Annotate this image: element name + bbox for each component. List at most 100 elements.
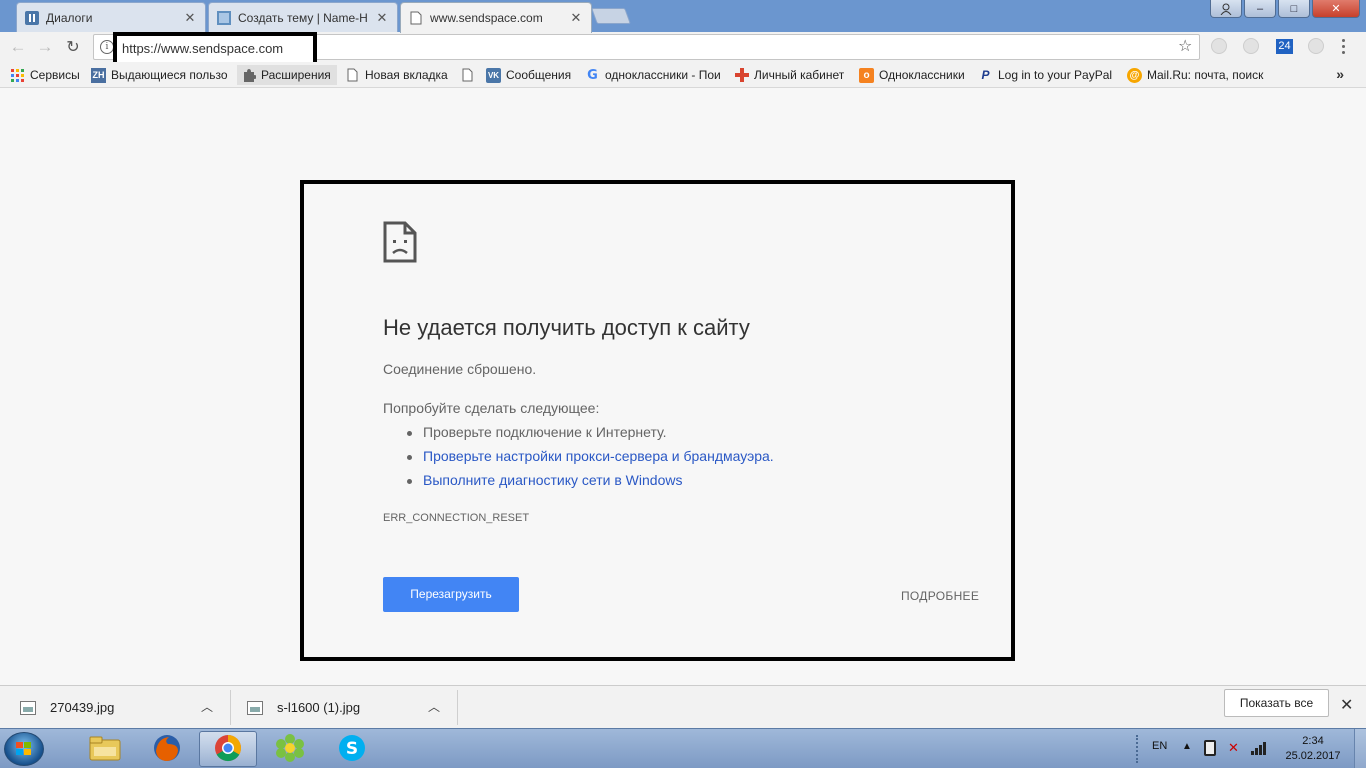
tab-create-topic[interactable]: Создать тему | Name-Ha ✕ — [208, 2, 398, 32]
bookmark-services[interactable]: Сервисы — [10, 67, 80, 83]
window-controls: – □ ✕ — [1210, 0, 1360, 18]
tab-title: Создать тему | Name-Ha — [238, 10, 368, 25]
close-window-button[interactable]: ✕ — [1312, 0, 1360, 18]
icq-icon — [275, 733, 305, 766]
bookmark-extensions[interactable]: Расширения — [237, 65, 337, 85]
sad-page-icon — [383, 221, 417, 266]
usb-device-icon[interactable] — [1204, 740, 1216, 756]
bookmark-label: Выдающиеся пользо — [111, 68, 228, 82]
bookmark-label: Личный кабинет — [754, 68, 845, 82]
close-icon[interactable]: ✕ — [1340, 695, 1353, 715]
tab-dialogs[interactable]: Диалоги ✕ — [16, 2, 206, 32]
clock-date: 25.02.2017 — [1285, 750, 1341, 762]
error-subtitle: Соединение сброшено. — [383, 361, 537, 377]
puzzle-icon — [241, 68, 256, 83]
download-item[interactable]: s-l1600 (1).jpg ︿ — [247, 686, 457, 729]
tab-title: www.sendspace.com — [430, 11, 543, 25]
windows-taskbar: S EN ▲ ✕ 2:34 25.02.2017 — [0, 728, 1366, 768]
error-title: Не удается получить доступ к сайту — [383, 315, 750, 340]
suggestion-network-diagnostics-link[interactable]: Выполните диагностику сети в Windows — [383, 472, 774, 496]
bookmark-label: одноклассники - Пои — [605, 68, 721, 82]
network-error-icon[interactable]: ✕ — [1228, 740, 1239, 756]
error-suggestions-list: Проверьте подключение к Интернету. Прове… — [383, 424, 774, 496]
forum-icon — [217, 10, 231, 25]
plus-cross-icon — [734, 68, 749, 83]
divider — [457, 690, 458, 725]
extension-24-icon[interactable]: 24 — [1276, 39, 1293, 54]
image-file-icon — [20, 700, 36, 715]
windows-logo-icon — [16, 742, 33, 757]
tray-expand-icon[interactable]: ▲ — [1182, 741, 1192, 752]
start-button[interactable] — [4, 732, 44, 766]
title-bar: Диалоги ✕ Создать тему | Name-Ha ✕ www.s… — [0, 0, 1366, 33]
page-icon — [460, 68, 475, 83]
taskbar-firefox[interactable] — [138, 731, 196, 767]
profile-button[interactable] — [1210, 0, 1242, 18]
suggestion-check-proxy-link[interactable]: Проверьте настройки прокси-сервера и бра… — [383, 448, 774, 472]
minimize-button[interactable]: – — [1244, 0, 1276, 18]
vk-icon: VK — [486, 67, 501, 83]
clock-time: 2:34 — [1302, 735, 1324, 747]
taskbar-chrome[interactable] — [199, 731, 257, 767]
chevron-up-icon[interactable]: ︿ — [428, 698, 440, 715]
ok-icon: о — [859, 67, 874, 83]
back-icon[interactable]: ← — [8, 37, 28, 57]
bookmark-page[interactable] — [460, 67, 475, 83]
bookmark-paypal[interactable]: P Log in to your PayPal — [978, 67, 1114, 83]
bookmarks-bar: Сервисы ZH Выдающиеся пользо Расширения … — [0, 62, 1366, 88]
bookmark-zh[interactable]: ZH Выдающиеся пользо — [91, 67, 231, 83]
taskbar-icq[interactable] — [261, 731, 319, 767]
tab-close-icon[interactable]: ✕ — [375, 10, 389, 26]
chrome-icon — [213, 733, 243, 766]
language-indicator[interactable]: EN — [1152, 740, 1167, 752]
paypal-icon: P — [981, 68, 990, 82]
show-desktop-button[interactable] — [1354, 729, 1366, 768]
error-code: ERR_CONNECTION_RESET — [383, 512, 530, 524]
bookmark-new-tab[interactable]: Новая вкладка — [345, 67, 448, 83]
reload-icon[interactable]: ↻ — [63, 37, 83, 57]
bookmark-odnoklassniki-search[interactable]: G одноклассники - Пои — [585, 67, 721, 83]
zh-icon: ZH — [91, 67, 106, 83]
details-button[interactable]: ПОДРОБНЕЕ — [901, 589, 979, 603]
download-filename: 270439.jpg — [50, 700, 115, 715]
url-text: https://www.sendspace.com — [122, 41, 284, 56]
clock[interactable]: 2:34 25.02.2017 — [1284, 734, 1342, 764]
bookmark-odnoklassniki[interactable]: о Одноклассники — [859, 67, 965, 83]
bookmark-label: Log in to your PayPal — [998, 68, 1113, 82]
chevron-up-icon[interactable]: ︿ — [201, 698, 213, 715]
reload-button[interactable]: Перезагрузить — [383, 577, 519, 612]
download-filename: s-l1600 (1).jpg — [277, 700, 361, 715]
firefox-icon — [152, 733, 182, 766]
tab-title: Диалоги — [46, 10, 93, 25]
image-file-icon — [247, 700, 263, 715]
bookmarks-overflow-icon[interactable]: » — [1336, 66, 1344, 82]
error-panel: Не удается получить доступ к сайту Соеди… — [300, 180, 1015, 661]
show-all-downloads-button[interactable]: Показать все — [1224, 689, 1329, 717]
bookmark-mailru[interactable]: @ Mail.Ru: почта, поиск — [1127, 67, 1267, 83]
menu-dots-icon[interactable] — [1342, 39, 1346, 57]
maximize-button[interactable]: □ — [1278, 0, 1310, 18]
tab-close-icon[interactable]: ✕ — [569, 10, 583, 26]
taskbar-skype[interactable]: S — [323, 731, 381, 767]
page-content: Не удается получить доступ к сайту Соеди… — [0, 89, 1366, 685]
extension-icon[interactable] — [1308, 38, 1324, 54]
taskbar-explorer[interactable] — [76, 731, 134, 767]
apps-grid-icon — [10, 68, 25, 83]
download-item[interactable]: 270439.jpg ︿ — [20, 686, 230, 729]
bookmark-messages[interactable]: VK Сообщения — [486, 67, 571, 83]
new-tab-button[interactable] — [591, 8, 631, 24]
tab-close-icon[interactable]: ✕ — [183, 10, 197, 26]
bookmark-personal-cabinet[interactable]: Личный кабинет — [734, 67, 844, 83]
tab-sendspace[interactable]: www.sendspace.com ✕ — [400, 2, 592, 33]
tray-grip-icon — [1136, 735, 1140, 763]
bookmark-label: Одноклассники — [879, 68, 965, 82]
extension-icon[interactable] — [1243, 38, 1259, 54]
error-suggestions-heading: Попробуйте сделать следующее: — [383, 400, 600, 416]
forward-icon[interactable]: → — [35, 37, 55, 57]
info-icon[interactable]: i — [100, 40, 114, 54]
suggestion-check-connection: Проверьте подключение к Интернету. — [383, 424, 774, 448]
extension-icon[interactable] — [1211, 38, 1227, 54]
bookmark-star-icon[interactable]: ☆ — [1178, 36, 1192, 56]
bookmark-label: Сообщения — [506, 68, 572, 82]
signal-icon[interactable] — [1251, 741, 1267, 758]
